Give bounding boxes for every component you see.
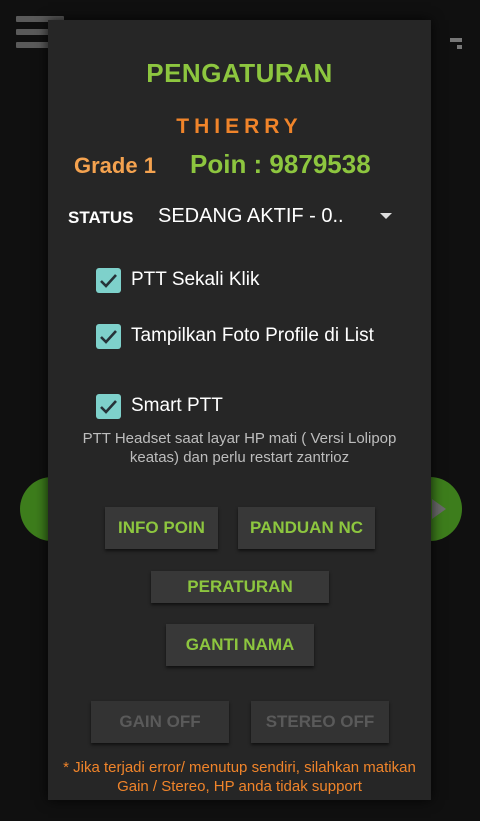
checkmark-icon [100,274,117,288]
status-label: STATUS [68,208,134,227]
option-label: PTT Sekali Klik [131,269,260,290]
chevron-down-icon[interactable] [380,213,392,219]
info-poin-button[interactable]: INFO POIN [105,507,218,549]
dialog-title: PENGATURAN [146,58,333,88]
username: THIERRY [176,115,303,138]
grade-label: Grade 1 [74,153,156,178]
option-label: Tampilkan Foto Profile di List [131,325,374,346]
smart-ptt-note: PTT Headset saat layar HP mati ( Versi L… [82,430,397,466]
checkmark-icon [100,400,117,414]
overflow-icon[interactable] [450,38,462,52]
checkbox-tampilkan-foto[interactable] [96,324,121,349]
footer-warning: * Jika terjadi error/ menutup sendiri, s… [63,759,416,795]
settings-dialog: PENGATURAN THIERRY Grade 1 Poin : 987953… [48,20,431,800]
points-label: Poin : 9879538 [190,149,371,179]
checkbox-ptt-sekali-klik[interactable] [96,268,121,293]
checkbox-smart-ptt[interactable] [96,394,121,419]
panduan-nc-button[interactable]: PANDUAN NC [238,507,375,549]
checkmark-icon [100,330,117,344]
peraturan-button[interactable]: PERATURAN [151,571,329,603]
status-dropdown[interactable]: SEDANG AKTIF - 0.. [158,205,344,228]
stereo-off-button[interactable]: STEREO OFF [251,701,389,743]
ganti-nama-button[interactable]: GANTI NAMA [166,624,314,666]
gain-off-button[interactable]: GAIN OFF [91,701,229,743]
option-label: Smart PTT [131,395,223,416]
